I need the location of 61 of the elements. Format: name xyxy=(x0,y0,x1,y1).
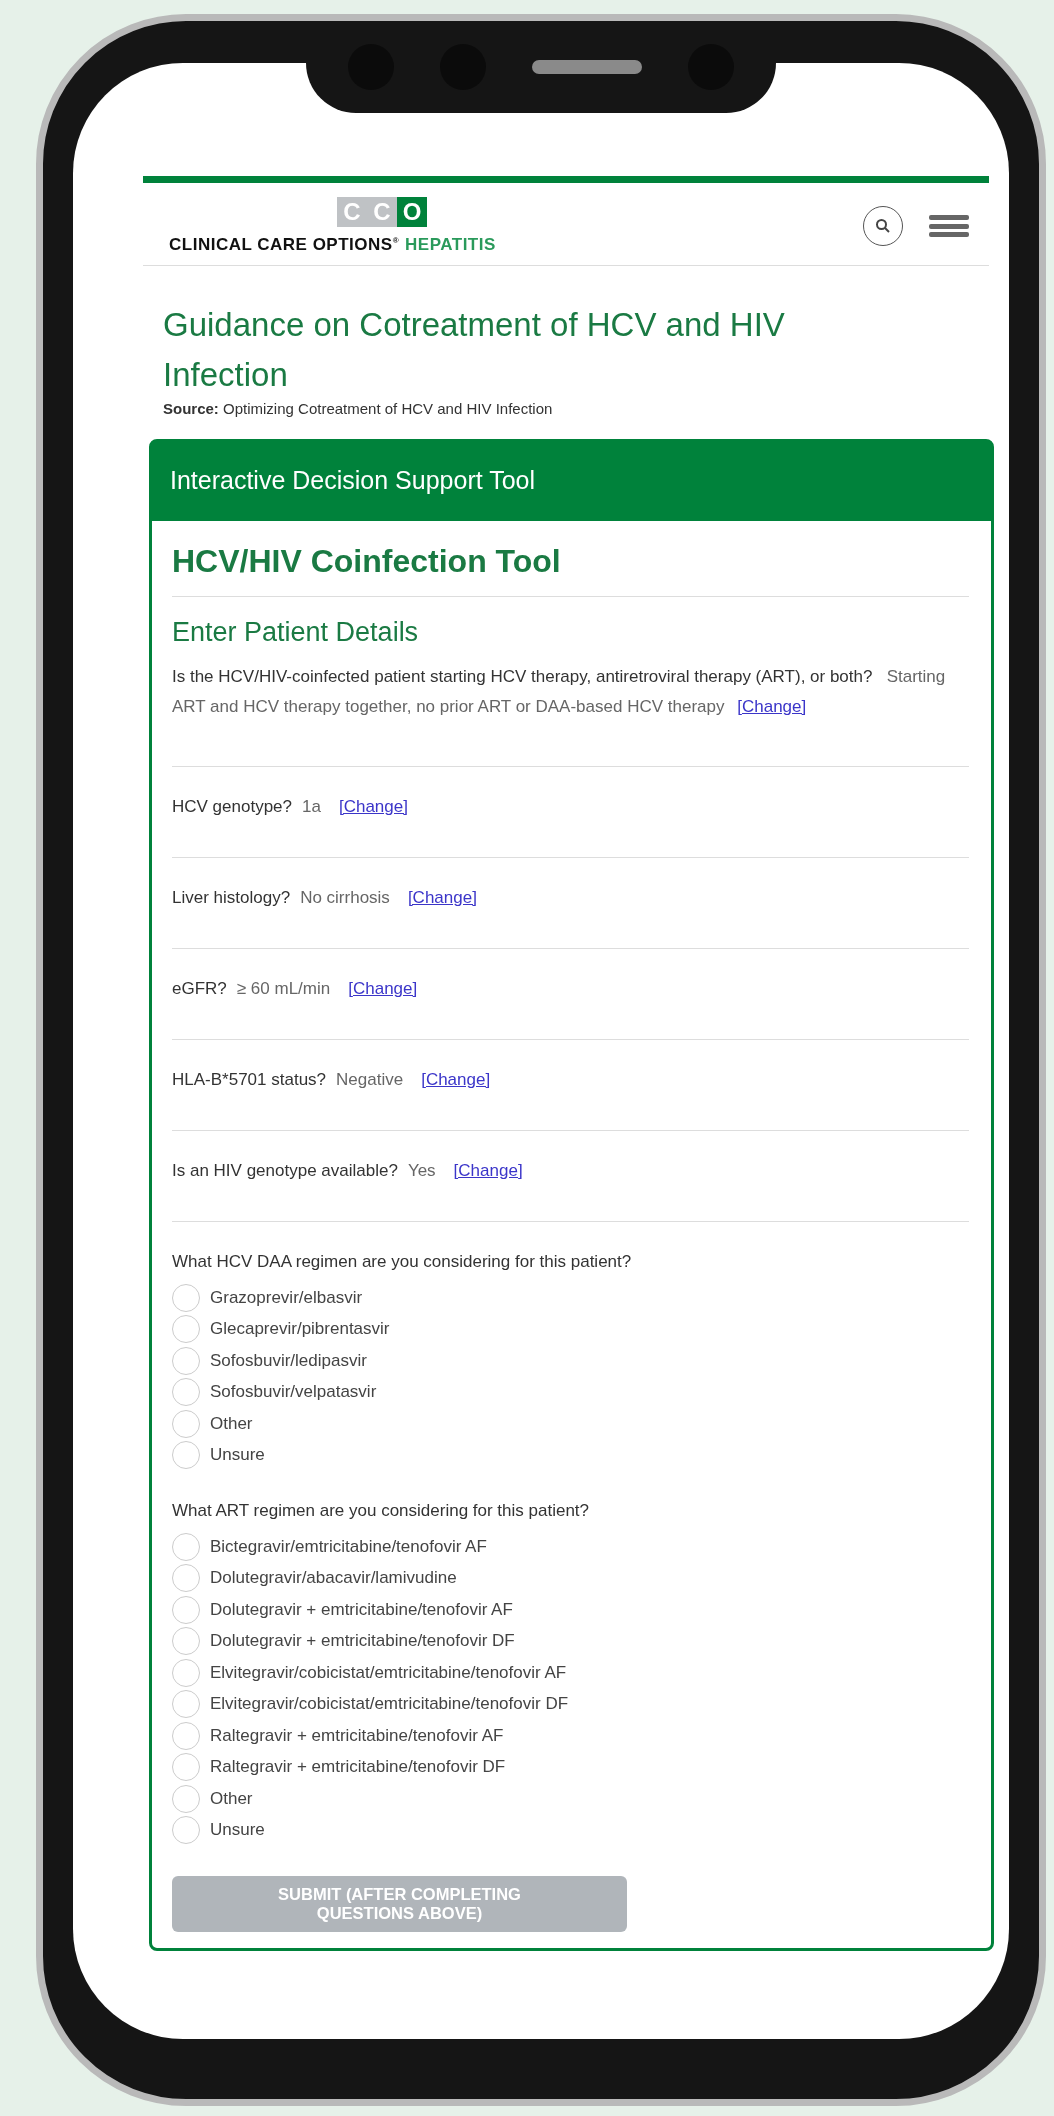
option-label: Elvitegravir/cobicistat/emtricitabine/tenofovir DF xyxy=(210,1694,569,1715)
search-icon xyxy=(875,218,891,234)
option-label: Bictegravir/emtricitabine/tenofovir AF xyxy=(210,1536,487,1557)
radio-button[interactable] xyxy=(172,1283,200,1312)
radio-button[interactable] xyxy=(172,1658,200,1687)
answer-text: Is the HCV/HIV-coinfected patient starting HCV therapy, antiretroviral therapy (ART), or both? Starting ART and HCV therapy together, no prior ART or DAA-based HCV therapy [Change] xyxy=(172,662,969,767)
option-label: Other xyxy=(210,1413,253,1434)
question-label: eGFR? xyxy=(172,979,227,999)
tool-title: HCV/HIV Coinfection Tool xyxy=(172,521,969,597)
radio-button[interactable] xyxy=(172,1784,200,1813)
option-label: Sofosbuvir/ledipasvir xyxy=(210,1350,367,1371)
menu-button[interactable] xyxy=(929,215,969,237)
radio-button[interactable] xyxy=(172,1409,200,1438)
option-label: Unsure xyxy=(210,1820,265,1841)
brand-name: CLINICAL CARE OPTIONS$^{®}$ HEPATITIS xyxy=(169,235,496,255)
question-label: What HCV DAA regimen are you considering for this patient? xyxy=(172,1252,633,1272)
radio-button[interactable] xyxy=(172,1816,200,1845)
change-link[interactable]: [Change] xyxy=(453,1161,523,1181)
change-link[interactable]: [Change] xyxy=(348,979,418,999)
search-button[interactable] xyxy=(863,206,903,246)
option-label: Glecaprevir/pibrentasvir xyxy=(210,1319,390,1340)
answer-value: No cirrhosis xyxy=(300,888,390,908)
question-label: Is an HIV genotype available? xyxy=(172,1161,398,1181)
answer-value: Yes xyxy=(407,1161,436,1181)
question-label: What ART regimen are you considering for this patient? xyxy=(172,1501,591,1521)
section-heading: Enter Patient Details xyxy=(172,616,420,649)
answer-value: 1a xyxy=(302,797,321,817)
change-link[interactable]: [Change] xyxy=(407,888,477,908)
option-label: Raltegravir + emtricitabine/tenofovir DF xyxy=(210,1757,506,1778)
logo: C C O xyxy=(337,197,427,227)
answer-value: ≥ 60 mL/min xyxy=(236,979,331,999)
question-label: Liver histology? xyxy=(172,888,291,908)
change-link[interactable]: [Change] xyxy=(338,797,408,817)
radio-button[interactable] xyxy=(172,1532,200,1561)
radio-button[interactable] xyxy=(172,1346,200,1375)
source-line: Source: Optimizing Cotreatment of HCV and HIV Infection xyxy=(163,400,554,417)
radio-button[interactable] xyxy=(172,1315,200,1344)
option-label: Sofosbuvir/velpatasvir xyxy=(210,1382,377,1403)
radio-button[interactable] xyxy=(172,1595,200,1624)
page-title: Guidance on Cotreatment of HCV and HIV Infection xyxy=(163,305,786,395)
card-header: Interactive Decision Support Tool xyxy=(152,442,991,521)
option-label: Dolutegravir + emtricitabine/tenofovir AF xyxy=(210,1599,513,1620)
option-label: Dolutegravir/abacavir/lamivudine xyxy=(210,1568,457,1589)
option-label: Unsure xyxy=(210,1445,265,1466)
option-label: Elvitegravir/cobicistat/emtricitabine/tenofovir AF xyxy=(210,1662,567,1683)
radio-button[interactable] xyxy=(172,1753,200,1782)
option-label: Grazoprevir/elbasvir xyxy=(210,1287,363,1308)
question-label: HLA-B*5701 status? xyxy=(172,1070,327,1090)
question-label: HCV genotype? xyxy=(172,797,293,817)
answer-value: Negative xyxy=(336,1070,404,1090)
option-label: Raltegravir + emtricitabine/tenofovir AF xyxy=(210,1725,504,1746)
option-label: Dolutegravir + emtricitabine/tenofovir DF xyxy=(210,1631,515,1652)
radio-button[interactable] xyxy=(172,1441,200,1470)
change-link[interactable]: [Change] xyxy=(737,697,807,716)
radio-button[interactable] xyxy=(172,1378,200,1407)
radio-button[interactable] xyxy=(172,1690,200,1719)
option-label: Other xyxy=(210,1788,253,1809)
change-link[interactable]: [Change] xyxy=(421,1070,491,1090)
radio-button[interactable] xyxy=(172,1627,200,1656)
radio-button[interactable] xyxy=(172,1721,200,1750)
radio-button[interactable] xyxy=(172,1564,200,1593)
